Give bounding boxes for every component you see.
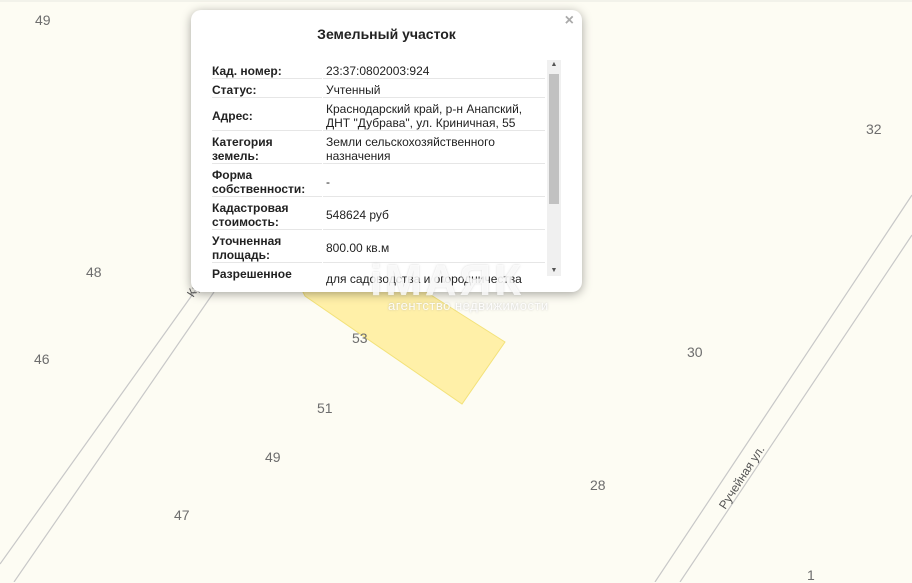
- property-key: Адрес:: [212, 101, 322, 131]
- property-row: Форма собственности: -: [212, 166, 545, 199]
- street-right: [654, 194, 912, 582]
- popup-properties: Кад. номер: 23:37:0802003:924 Статус: Уч…: [212, 62, 545, 292]
- plot-number: 53: [352, 330, 368, 346]
- property-value: Учтенный: [323, 82, 545, 98]
- scroll-thumb[interactable]: [549, 74, 559, 204]
- property-key: Кадастровая стоимость:: [212, 200, 322, 230]
- property-key: Форма собственности:: [212, 167, 322, 197]
- plot-number: 30: [687, 344, 703, 360]
- plot-number: 32: [866, 121, 882, 137]
- plot-number: 48: [86, 264, 102, 280]
- street-left: [0, 283, 215, 582]
- property-key: Кад. номер:: [212, 63, 322, 79]
- property-row: Статус: Учтенный: [212, 81, 545, 100]
- property-value: для садоводства и огородничества: [326, 272, 522, 286]
- property-value: 800.00 кв.м: [323, 233, 545, 263]
- property-row: Уточненная площадь: 800.00 кв.м: [212, 232, 545, 265]
- property-value: -: [323, 167, 545, 197]
- property-value: Земли сельскохозяйственного назначения: [323, 134, 545, 164]
- popup-scrollbar[interactable]: ▲ ▼: [547, 60, 561, 276]
- plot-number: 1: [807, 567, 815, 583]
- popup-title: Земельный участок: [317, 26, 456, 42]
- plot-number: 28: [590, 477, 606, 493]
- property-value: Краснодарский край, р-н Анапский, ДНТ "Д…: [323, 101, 545, 131]
- property-key: Уточненная площадь:: [212, 233, 322, 263]
- property-value: 23:37:0802003:924: [323, 63, 545, 79]
- plot-number: 49: [35, 12, 51, 28]
- property-key: Разрешенное: [212, 267, 292, 281]
- scroll-up-arrow-icon[interactable]: ▲: [547, 60, 561, 70]
- property-value: 548624 руб: [323, 200, 545, 230]
- parcel-info-popup: × Земельный участок Кад. номер: 23:37:08…: [191, 10, 582, 292]
- scroll-down-arrow-icon[interactable]: ▼: [547, 266, 561, 276]
- property-key: Категория земель:: [212, 134, 322, 164]
- property-key: Статус:: [212, 82, 322, 98]
- plot-number: 49: [265, 449, 281, 465]
- property-row: Кад. номер: 23:37:0802003:924: [212, 62, 545, 81]
- property-row: Адрес: Краснодарский край, р-н Анапский,…: [212, 100, 545, 133]
- selected-parcel: [301, 277, 506, 405]
- plot-number: 46: [34, 351, 50, 367]
- property-row: Разрешенное для садоводства и огородниче…: [212, 265, 545, 288]
- plot-number: 47: [174, 507, 190, 523]
- plot-number: 51: [317, 400, 333, 416]
- property-row: Категория земель: Земли сельскохозяйстве…: [212, 133, 545, 166]
- property-row: Кадастровая стоимость: 548624 руб: [212, 199, 545, 232]
